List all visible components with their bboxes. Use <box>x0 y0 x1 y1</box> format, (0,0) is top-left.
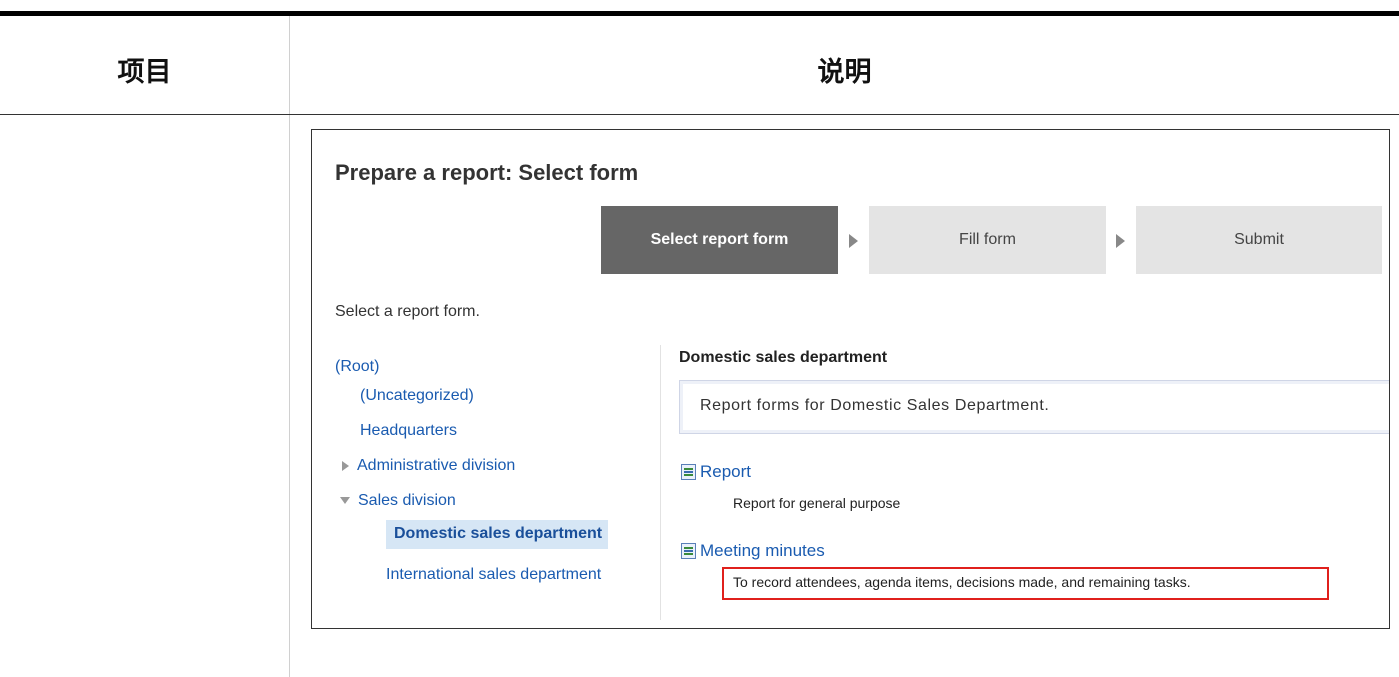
tree-item-uncategorized[interactable]: (Uncategorized) <box>360 387 474 405</box>
tree-item-label: Sales division <box>358 492 456 509</box>
tree-item-headquarters[interactable]: Headquarters <box>360 422 457 440</box>
table-top-rule <box>0 11 1399 16</box>
tree-item-domestic-sales-department[interactable]: Domestic sales department <box>386 520 609 549</box>
form-description: Report for general purpose <box>733 495 901 511</box>
form-link-report[interactable]: Report <box>681 462 751 482</box>
step-select-report-form: Select report form <box>601 206 838 274</box>
expand-arrow-icon[interactable] <box>342 460 349 471</box>
form-link-meeting-minutes[interactable]: Meeting minutes <box>681 541 825 561</box>
screenshot-panel: Prepare a report: Select form Select rep… <box>311 129 1390 629</box>
form-icon <box>681 464 696 480</box>
form-name: Report <box>700 462 752 481</box>
step-fill-form: Fill form <box>869 206 1106 274</box>
step-arrow-icon <box>1116 234 1125 248</box>
collapse-arrow-icon[interactable] <box>340 497 350 505</box>
step-arrow-icon <box>849 234 858 248</box>
page-title: Prepare a report: Select form <box>335 160 639 185</box>
category-tree: (Root) (Uncategorized) Headquarters Admi… <box>335 345 661 620</box>
tree-item-label: Administrative division <box>357 457 516 474</box>
column-header-description: 说明 <box>817 57 872 88</box>
tree-item-root[interactable]: (Root) <box>335 358 379 376</box>
column-header-item: 项目 <box>117 57 172 88</box>
step-submit: Submit <box>1136 206 1382 274</box>
form-name: Meeting minutes <box>700 541 825 560</box>
category-description: Report forms for Domestic Sales Departme… <box>700 397 1050 414</box>
column-divider <box>289 16 290 677</box>
form-description: To record attendees, agenda items, decis… <box>733 574 1191 590</box>
form-icon <box>681 543 696 559</box>
tree-item-international-sales-department[interactable]: International sales department <box>386 566 601 584</box>
header-rule <box>0 114 1399 115</box>
instruction-text: Select a report form. <box>335 303 480 320</box>
category-title: Domestic sales department <box>679 349 888 366</box>
tree-item-sales-division[interactable]: Sales division <box>340 492 456 510</box>
category-description-box: Report forms for Domestic Sales Departme… <box>679 380 1389 434</box>
tree-item-administrative-division[interactable]: Administrative division <box>342 457 515 475</box>
